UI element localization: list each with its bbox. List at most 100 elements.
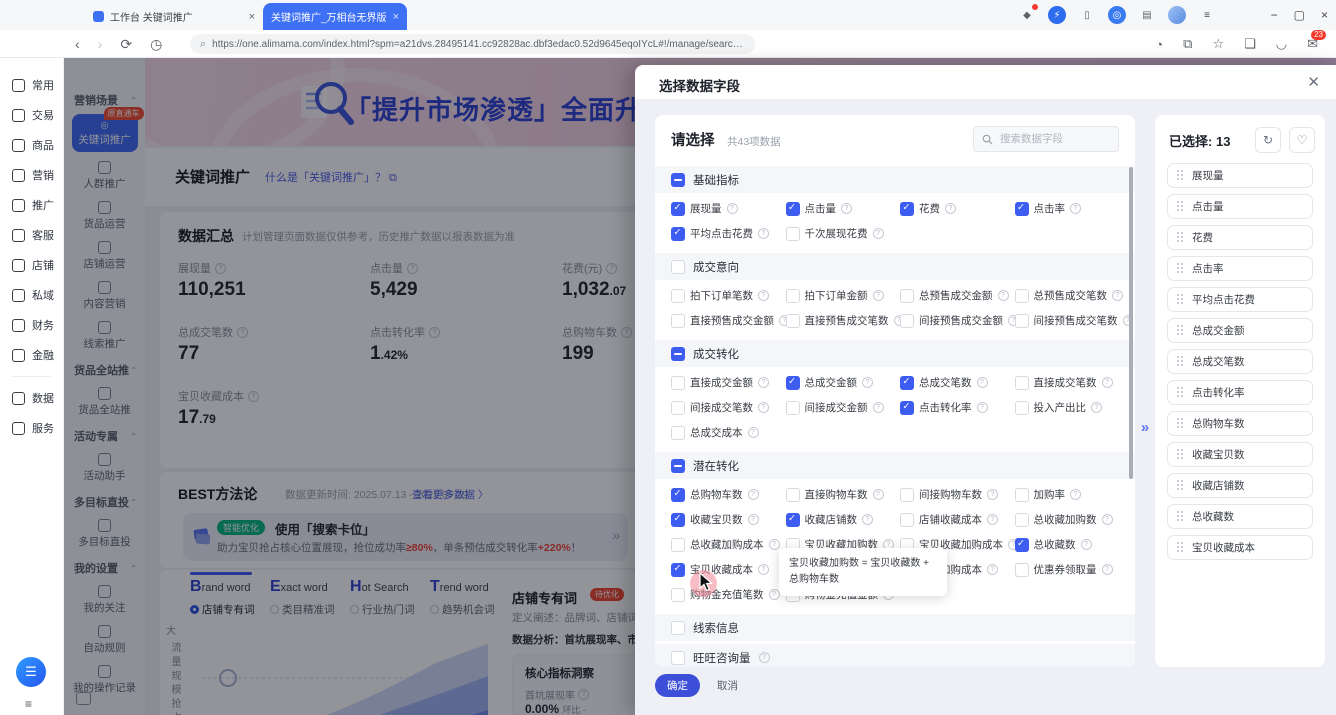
field-checkbox[interactable] [671,538,685,552]
info-icon[interactable]: ? [862,514,873,525]
field-checkbox[interactable] [786,488,800,502]
info-icon[interactable]: ? [862,377,873,388]
selected-field-pill[interactable]: 总成交笔数 [1167,349,1313,374]
back-icon[interactable]: ‹ [75,36,80,52]
field-checkbox[interactable] [671,314,685,328]
info-icon[interactable]: ? [873,228,884,239]
field-group-header[interactable]: 成交转化 [655,340,1135,367]
field-item[interactable]: 直接成交金额? [671,370,786,395]
field-checkbox[interactable] [1015,401,1029,415]
info-icon[interactable]: ? [977,377,988,388]
windows-icon[interactable]: ⧉ [1183,36,1192,52]
cancel-button[interactable]: 取消 [705,674,750,697]
field-checkbox[interactable] [900,314,914,328]
drag-handle-icon[interactable] [1177,232,1184,243]
selected-field-pill[interactable]: 宝贝收藏成本 [1167,535,1313,560]
field-checkbox[interactable] [900,376,914,390]
field-checkbox[interactable] [671,513,685,527]
field-item[interactable]: 总成交成本? [671,420,786,445]
field-item[interactable]: 间接购物车数? [900,482,1015,507]
sidebar-item-8[interactable]: 私域 [0,280,63,310]
drag-handle-icon[interactable] [1177,325,1184,336]
field-checkbox[interactable] [786,289,800,303]
info-icon[interactable]: ? [987,489,998,500]
field-checkbox[interactable] [1015,202,1029,216]
field-item[interactable]: 间接成交笔数? [671,395,786,420]
drag-handle-icon[interactable] [1177,201,1184,212]
info-icon[interactable]: ? [873,290,884,301]
field-item[interactable]: 总预售成交金额? [900,283,1015,308]
tab-keyword-promo[interactable]: 关键词推广_万相台无界版 × [263,3,407,30]
info-icon[interactable]: ? [987,564,998,575]
history-icon[interactable]: ◷ [150,36,162,53]
info-icon[interactable]: ? [748,427,759,438]
field-item[interactable]: 直接预售成交笔数? [786,308,901,333]
sidebar-item-10[interactable]: 金融 [0,340,63,370]
field-checkbox[interactable] [671,289,685,303]
info-icon[interactable]: ? [1102,564,1113,575]
field-checkbox[interactable] [671,376,685,390]
field-checkbox[interactable] [786,227,800,241]
field-item[interactable]: 花费? [900,196,1015,221]
group-checkbox[interactable] [671,651,685,665]
sidebar-item-1[interactable]: 常用 [0,70,63,100]
drag-handle-icon[interactable] [1177,449,1184,460]
smiley-icon[interactable]: ◡ [1276,36,1287,52]
drag-handle-icon[interactable] [1177,356,1184,367]
sidebar-item-7[interactable]: 店铺 [0,250,63,280]
field-checkbox[interactable] [671,227,685,241]
field-item[interactable]: 收藏宝贝数? [671,507,786,532]
field-checkbox[interactable] [671,401,685,415]
info-icon[interactable]: ? [998,290,1009,301]
group-checkbox[interactable] [671,173,685,187]
app-extension-icon[interactable]: ◎ [1108,6,1126,24]
info-icon[interactable]: ? [748,514,759,525]
field-item[interactable]: 拍下订单金额? [786,283,901,308]
drag-handle-icon[interactable] [1177,511,1184,522]
info-icon[interactable]: ? [1081,539,1092,550]
field-item[interactable]: 总成交金额? [786,370,901,395]
info-icon[interactable]: ? [758,228,769,239]
group-checkbox[interactable] [671,347,685,361]
sidebar-item-3[interactable]: 商品 [0,130,63,160]
info-icon[interactable]: ? [945,203,956,214]
info-icon[interactable]: ? [758,290,769,301]
reset-icon[interactable]: ↻ [1255,127,1281,153]
field-checkbox[interactable] [1015,488,1029,502]
field-checkbox[interactable] [900,202,914,216]
field-checkbox[interactable] [1015,538,1029,552]
field-checkbox[interactable] [900,401,914,415]
sidebar-item-11[interactable]: 数据 [0,383,63,413]
field-checkbox[interactable] [900,289,914,303]
field-item[interactable]: 店铺收藏成本? [900,507,1015,532]
info-icon[interactable]: ? [873,402,884,413]
info-icon[interactable]: ? [977,402,988,413]
field-item[interactable]: 直接购物车数? [786,482,901,507]
info-icon[interactable]: ? [758,377,769,388]
field-checkbox[interactable] [786,513,800,527]
field-checkbox[interactable] [786,376,800,390]
field-item[interactable]: 购物金充值笔数? [671,582,786,607]
field-group-header[interactable]: 基础指标 [655,166,1135,193]
field-item[interactable]: 直接预售成交金额? [671,308,786,333]
drag-handle-icon[interactable] [1177,480,1184,491]
confirm-button[interactable]: 确定 [655,674,700,697]
field-checkbox[interactable] [671,563,685,577]
field-search[interactable] [973,126,1119,152]
url-bar[interactable]: ⌕ https://one.alimama.com/index.html?spm… [190,34,755,54]
info-icon[interactable]: ? [1070,489,1081,500]
close-window-icon[interactable]: × [1321,8,1328,22]
reload-icon[interactable]: ⟳ [120,36,132,53]
selected-field-pill[interactable]: 总购物车数 [1167,411,1313,436]
sidebar-item-12[interactable]: 服务 [0,413,63,443]
field-checkbox[interactable] [786,314,800,328]
selected-field-pill[interactable]: 平均点击花费 [1167,287,1313,312]
close-tab-icon[interactable]: × [249,11,255,23]
field-checkbox[interactable] [1015,513,1029,527]
search-input[interactable] [998,132,1108,146]
field-item[interactable]: 总购物车数? [671,482,786,507]
field-group-header[interactable]: 线索信息 [655,614,1135,641]
selected-field-pill[interactable]: 展现量 [1167,163,1313,188]
field-item[interactable]: 收藏店铺数? [786,507,901,532]
info-icon[interactable]: ? [1102,514,1113,525]
